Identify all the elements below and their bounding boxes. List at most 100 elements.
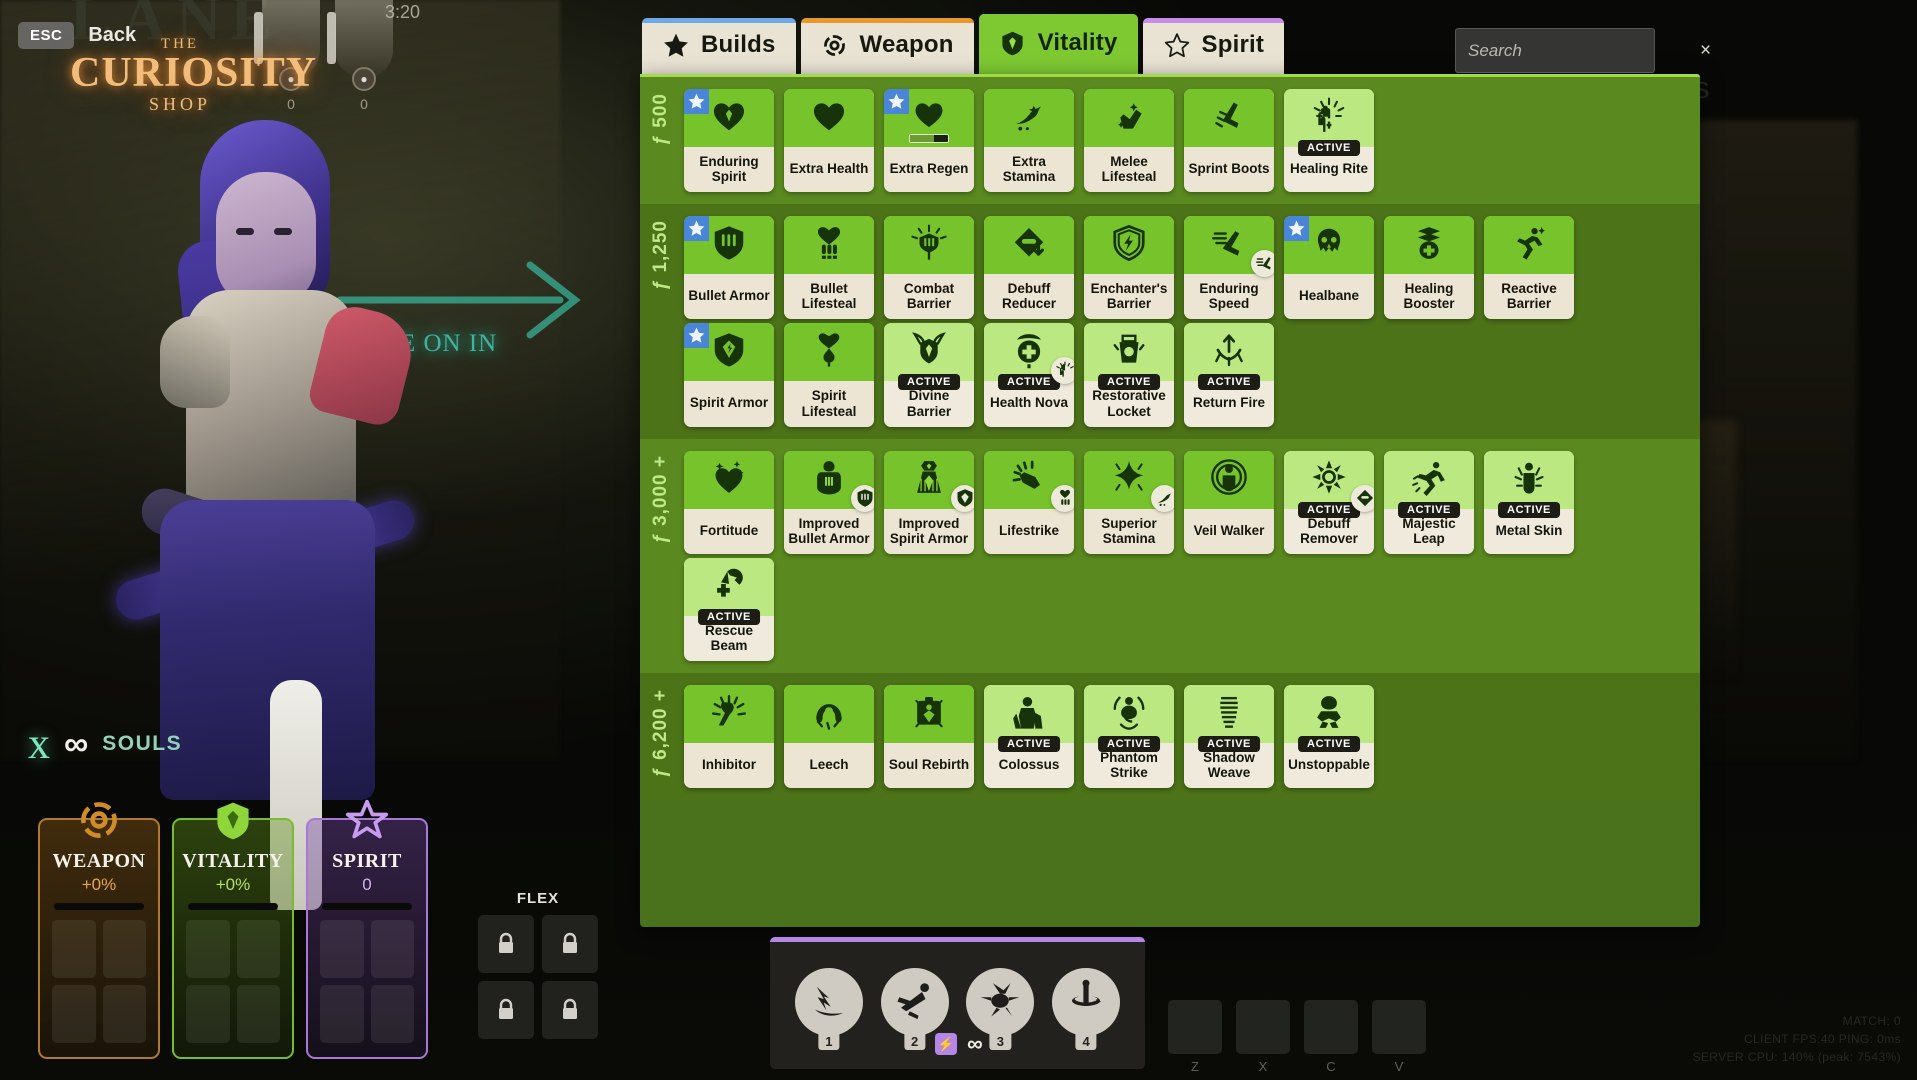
flex-slot-locked[interactable] [542,981,598,1039]
item-card-inhibitor[interactable]: Inhibitor [684,685,774,789]
item-card-lifestrike[interactable]: Lifestrike [984,450,1074,554]
item-card-rescue-beam[interactable]: ACTIVE Rescue Beam [684,557,774,662]
item-slot[interactable] [52,920,96,978]
bottom-slot-Z[interactable]: Z [1168,1000,1222,1074]
item-card-fortitude[interactable]: Fortitude [684,450,774,554]
shield-spirit-icon [710,331,748,374]
active-badge: ACTIVE [1298,140,1360,156]
item-card-healbane[interactable]: Healbane [1284,216,1374,320]
flex-grid[interactable] [478,915,598,1039]
stat-divider [322,903,412,910]
bottom-slot-C[interactable]: C [1304,1000,1358,1074]
item-card-bullet-lifesteal[interactable]: Bullet Lifesteal [784,216,874,320]
heart-spirit-icon [710,97,748,140]
item-card-debuff-remover[interactable]: ACTIVE Debuff Remover [1284,450,1374,554]
item-slot[interactable] [320,920,364,978]
item-slot[interactable] [320,985,364,1043]
active-badge: ACTIVE [998,374,1060,391]
item-card-phantom-strike[interactable]: ACTIVE Phantom Strike [1084,685,1174,789]
item-card-melee-lifesteal[interactable]: Melee Lifesteal [1084,89,1174,193]
item-slot[interactable] [52,985,96,1043]
bottom-slot-X[interactable]: X [1236,1000,1290,1074]
tab-builds[interactable]: Builds [642,18,796,74]
item-artwork: ACTIVE [1084,323,1174,391]
item-card-combat-barrier[interactable]: Combat Barrier [884,216,974,320]
item-card-soul-rebirth[interactable]: Soul Rebirth [884,685,974,789]
tab-accent-bar [978,14,1138,19]
item-slot[interactable] [236,920,280,978]
ability-slot-4[interactable]: 4 [1052,967,1121,1050]
item-card-superior-stamina[interactable]: Superior Stamina [1084,450,1174,554]
colossus-icon [1010,693,1048,736]
item-slot[interactable] [370,920,414,978]
stat-column-spirit[interactable]: SPIRIT 0 [306,799,428,1059]
item-card-reactive-barrier[interactable]: Reactive Barrier [1484,216,1574,320]
item-slot[interactable] [370,985,414,1043]
tab-label: Spirit [1201,31,1265,58]
stat-column-vitality[interactable]: VITALITY +0% [172,802,294,1059]
spirit-item-slots[interactable] [316,920,418,1047]
stat-divider [54,903,144,910]
search-box[interactable]: × [1455,28,1711,73]
bottom-slot-V[interactable]: V [1372,1000,1426,1074]
item-slot[interactable] [186,985,230,1043]
item-slot[interactable] [102,985,146,1043]
item-card-healing-booster[interactable]: Healing Booster [1384,216,1474,320]
tab-weapon[interactable]: Weapon [800,18,974,74]
item-card-health-nova[interactable]: ACTIVE Health Nova [984,323,1074,427]
ability-slot-2[interactable]: 2 [880,967,949,1050]
ability-slot-3[interactable]: 3 [966,967,1035,1050]
item-name: Melee Lifesteal [1101,154,1157,185]
item-card-return-fire[interactable]: ACTIVE Return Fire [1184,323,1274,427]
item-card-extra-health[interactable]: Extra Health [784,89,874,193]
item-card-enduring-spirit[interactable]: Enduring Spirit [684,89,774,193]
vitality-item-slots[interactable] [182,920,284,1047]
flex-slot-locked[interactable] [542,915,598,973]
new-item-star-icon [684,216,709,242]
item-card-sprint-boots[interactable]: Sprint Boots [1184,89,1274,193]
item-card-metal-skin[interactable]: ACTIVE Metal Skin [1484,450,1574,554]
item-card-leech[interactable]: Leech [784,685,874,789]
item-card-majestic-leap[interactable]: ACTIVE Majestic Leap [1384,450,1474,554]
item-card-improved-bullet-armor[interactable]: Improved Bullet Armor [784,450,874,554]
clear-search-icon[interactable]: × [1692,40,1711,62]
item-slot[interactable] [236,985,280,1043]
ability-slot-1[interactable]: 1 [794,967,863,1050]
item-card-restorative-locket[interactable]: ACTIVE Restorative Locket [1084,323,1174,427]
item-artwork [684,450,774,509]
item-card-bullet-armor[interactable]: Bullet Armor [684,216,774,320]
stat-column-weapon[interactable]: WEAPON +0% [38,802,160,1059]
debug-line-2: CLIENT FPS:40 PING: 0ms [1743,1032,1901,1046]
ability-dash-icon [894,978,936,1025]
flex-slot-locked[interactable] [478,915,534,973]
item-card-spirit-armor[interactable]: Spirit Armor [684,323,774,427]
item-card-veil-walker[interactable]: Veil Walker [1184,450,1274,554]
item-artwork [984,89,1074,147]
item-slot[interactable] [186,920,230,978]
item-card-spirit-lifesteal[interactable]: Spirit Lifesteal [784,323,874,427]
item-card-colossus[interactable]: ACTIVE Colossus [984,685,1074,789]
item-card-shadow-weave[interactable]: ACTIVE Shadow Weave [1184,685,1274,789]
stat-value-vitality: +0% [215,875,251,894]
tab-spirit[interactable]: Spirit [1142,18,1285,74]
tab-vitality[interactable]: Vitality [978,14,1138,74]
spirit-robe-icon [910,458,948,501]
item-card-enchanter-s-barrier[interactable]: Enchanter's Barrier [1084,216,1174,320]
item-card-extra-stamina[interactable]: Extra Stamina [984,89,1074,193]
item-artwork [684,89,774,147]
new-item-star-icon [884,89,909,114]
item-slot[interactable] [102,920,146,978]
item-card-divine-barrier[interactable]: ACTIVE Divine Barrier [884,323,974,427]
weapon-item-slots[interactable] [48,920,150,1047]
flex-slot-locked[interactable] [478,981,534,1039]
item-card-healing-rite[interactable]: ACTIVE Healing Rite [1284,89,1374,193]
tier-cost-label: ƒ 3,000 + [650,454,671,544]
item-card-improved-spirit-armor[interactable]: Improved Spirit Armor [884,450,974,554]
item-card-extra-regen[interactable]: Extra Regen [884,89,974,193]
item-card-debuff-reducer[interactable]: Debuff Reducer [984,216,1074,320]
search-input[interactable] [1468,40,1692,61]
tier-2: ƒ 1,250 Bullet Armor Bullet Lifesteal Comba… [640,204,1700,439]
item-card-unstoppable[interactable]: ACTIVE Unstoppable [1284,685,1374,789]
tab-label: Weapon [859,31,954,58]
item-card-enduring-speed[interactable]: Enduring Speed [1184,216,1274,320]
